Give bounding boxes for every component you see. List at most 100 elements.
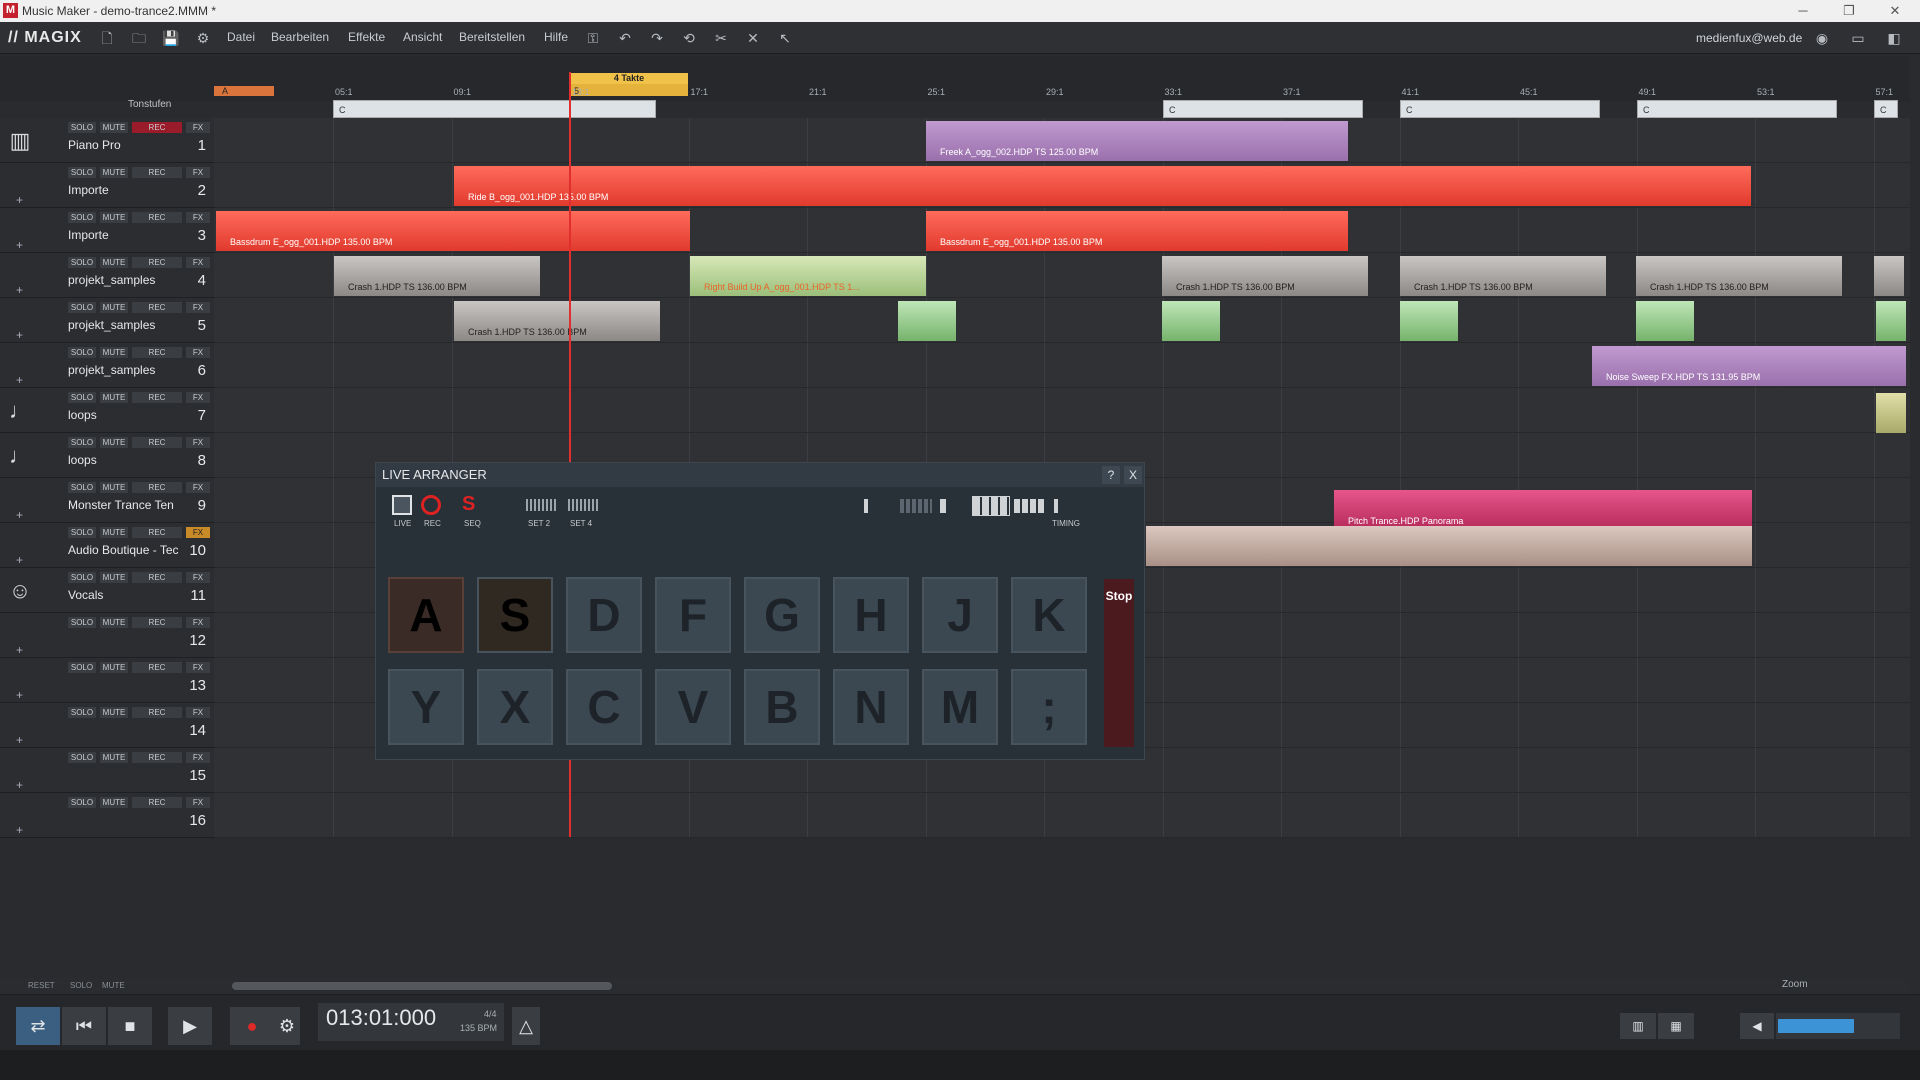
scene-pad[interactable]: K — [1011, 577, 1087, 653]
magic-icon[interactable]: ⚿ — [583, 28, 603, 48]
rec-button[interactable]: REC — [132, 482, 182, 493]
track-header[interactable]: SOLO MUTE REC FX 13 + — [0, 658, 214, 703]
track-header[interactable]: SOLO MUTE REC FX Importe 2 + — [0, 163, 214, 208]
add-instrument-icon[interactable]: + — [16, 328, 23, 342]
track-header[interactable]: SOLO MUTE REC FX 14 + — [0, 703, 214, 748]
mute-button[interactable]: MUTE — [100, 752, 128, 763]
timing-selected-icon[interactable] — [972, 496, 1010, 516]
mute-button[interactable]: MUTE — [100, 347, 128, 358]
clip-crash[interactable]: Crash 1.HDP TS 136.00 BPM — [1400, 256, 1606, 296]
fx-button[interactable]: FX — [186, 167, 210, 178]
redo-icon[interactable]: ↷ — [647, 28, 667, 48]
undo-icon[interactable]: ↶ — [615, 28, 635, 48]
fx-button[interactable]: FX — [186, 212, 210, 223]
scene-pad[interactable]: G — [744, 577, 820, 653]
rec-button[interactable]: REC — [132, 797, 182, 808]
track-header[interactable]: SOLO MUTE REC FX projekt_samples 5 + — [0, 298, 214, 343]
live-mode-icon[interactable] — [392, 495, 412, 515]
clip-green[interactable] — [1162, 301, 1220, 341]
solo-button[interactable]: SOLO — [68, 707, 96, 718]
track-name[interactable]: projekt_samples — [68, 273, 198, 287]
rec-button[interactable]: REC — [132, 617, 182, 628]
clip-crash[interactable]: Crash 1.HDP TS 136.00 BPM — [1636, 256, 1842, 296]
mute-button[interactable]: MUTE — [100, 707, 128, 718]
menu-ansicht[interactable]: Ansicht — [403, 30, 442, 44]
piano-icon[interactable]: ▥ — [5, 128, 35, 154]
mute-button[interactable]: MUTE — [100, 257, 128, 268]
rec-button[interactable]: REC — [132, 392, 182, 403]
mute-button[interactable]: MUTE — [100, 392, 128, 403]
track-header[interactable]: SOLO MUTE REC FX projekt_samples 4 + — [0, 253, 214, 298]
reset-button[interactable]: RESET — [28, 981, 55, 990]
track-header[interactable]: SOLO MUTE REC FX Audio Boutique - Tec 10 + — [0, 523, 214, 568]
clip-green[interactable] — [1400, 301, 1458, 341]
track-header[interactable]: SOLO MUTE REC FX Vocals 11 ☺ — [0, 568, 214, 613]
add-instrument-icon[interactable]: + — [16, 373, 23, 387]
vocals-icon[interactable]: ☺ — [5, 578, 35, 604]
track-header[interactable]: SOLO MUTE REC FX 12 + — [0, 613, 214, 658]
record-icon[interactable]: ● — [230, 1007, 274, 1045]
mute-button[interactable]: MUTE — [100, 617, 128, 628]
timing-2-icon[interactable] — [900, 499, 932, 513]
close-panel-button[interactable]: X — [1124, 466, 1142, 484]
track-name[interactable]: Vocals — [68, 588, 198, 602]
clip-crash[interactable]: Crash 1.HDP TS 136.00 BPM — [334, 256, 540, 296]
new-file-icon[interactable]: 🗋 — [97, 28, 117, 48]
set4-icon[interactable] — [568, 499, 600, 511]
play-icon[interactable]: ▶ — [168, 1007, 212, 1045]
rec-button[interactable]: REC — [132, 572, 182, 583]
horizontal-scrollbar-thumb[interactable] — [232, 982, 612, 990]
chord-block[interactable]: C — [1163, 100, 1363, 118]
track-header[interactable]: SOLO MUTE REC FX 16 + — [0, 793, 214, 838]
open-folder-icon[interactable]: 🗀 — [129, 28, 149, 48]
fx-button[interactable]: FX — [186, 392, 210, 403]
fx-button[interactable]: FX — [186, 752, 210, 763]
scene-pad[interactable]: ; — [1011, 669, 1087, 745]
clip-audio-boutique[interactable] — [1146, 526, 1752, 566]
restore-icon-2[interactable]: ⟲ — [679, 28, 699, 48]
clip-bassdrum[interactable]: Bassdrum E_ogg_001.HDP 135.00 BPM — [216, 211, 690, 251]
menu-datei[interactable]: Datei — [227, 30, 255, 44]
rec-button[interactable]: REC — [132, 527, 182, 538]
scene-pad[interactable]: S — [477, 577, 553, 653]
add-instrument-icon[interactable]: + — [16, 283, 23, 297]
solo-button[interactable]: SOLO — [68, 437, 96, 448]
clip-ride[interactable]: Ride B_ogg_001.HDP 135.00 BPM — [454, 166, 1751, 206]
track-name[interactable]: Importe — [68, 183, 198, 197]
solo-button[interactable]: SOLO — [68, 662, 96, 673]
scene-pad[interactable]: M — [922, 669, 998, 745]
add-instrument-icon[interactable]: + — [16, 553, 23, 567]
mute-button[interactable]: MUTE — [100, 527, 128, 538]
clip-crash-partial[interactable] — [1874, 256, 1904, 296]
clip-green[interactable] — [1636, 301, 1694, 341]
track-name[interactable]: Audio Boutique - Tec — [68, 543, 198, 557]
layout-icon[interactable]: ▭ — [1848, 28, 1868, 48]
clip-buildup[interactable]: Right Build Up A_ogg_001.HDP TS 1... — [690, 256, 926, 296]
scene-pad[interactable]: J — [922, 577, 998, 653]
mute-button[interactable]: MUTE — [100, 167, 128, 178]
loop-length-label[interactable]: 4 Takte — [570, 73, 688, 84]
solo-button[interactable]: SOLO — [68, 482, 96, 493]
fx-button[interactable]: FX — [186, 347, 210, 358]
mute-button[interactable]: MUTE — [100, 212, 128, 223]
account-icon[interactable]: ◉ — [1812, 28, 1832, 48]
fx-button[interactable]: FX — [186, 302, 210, 313]
solo-button[interactable]: SOLO — [68, 122, 96, 133]
keyboard-icon[interactable]: ▦ — [1658, 1013, 1694, 1039]
add-instrument-icon[interactable]: + — [16, 643, 23, 657]
mute-button[interactable]: MUTE — [100, 122, 128, 133]
track-header[interactable]: SOLO MUTE REC FX Monster Trance Ten 9 + — [0, 478, 214, 523]
track-name[interactable]: projekt_samples — [68, 363, 198, 377]
master-volume-slider[interactable] — [1776, 1013, 1900, 1039]
close-window-icon[interactable]: ✕ — [1872, 0, 1918, 22]
solo-button[interactable]: SOLO — [68, 797, 96, 808]
add-instrument-icon[interactable]: + — [16, 778, 23, 792]
scene-pad[interactable]: N — [833, 669, 909, 745]
add-instrument-icon[interactable]: + — [16, 508, 23, 522]
rec-button[interactable]: REC — [132, 347, 182, 358]
scene-pad[interactable]: C — [566, 669, 642, 745]
solo-button[interactable]: SOLO — [68, 392, 96, 403]
track-header[interactable]: SOLO MUTE REC FX Piano Pro 1 ▥ — [0, 118, 214, 163]
scene-pad[interactable]: H — [833, 577, 909, 653]
clip-pitch-trance[interactable]: Pitch Trance.HDP Panorama — [1334, 490, 1752, 530]
